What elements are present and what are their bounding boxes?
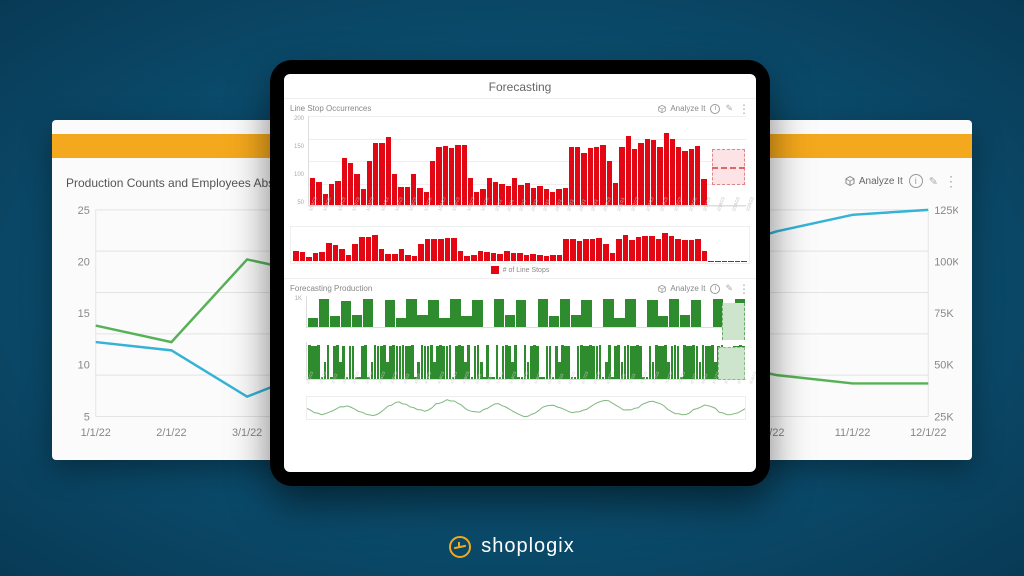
panel2-analyze-label: Analyze It xyxy=(670,284,705,293)
line-stop-overview-chart[interactable] xyxy=(290,226,750,264)
svg-text:5: 5 xyxy=(84,411,90,423)
panel2-analyze-button[interactable]: Analyze It xyxy=(657,284,705,294)
svg-text:25K: 25K xyxy=(934,411,954,423)
panel1-legend: # of Line Stops xyxy=(290,264,750,278)
brand-name: shoplogix xyxy=(481,535,575,558)
panel1-title: Line Stop Occurrences xyxy=(290,104,371,113)
more-icon[interactable]: ⋮ xyxy=(738,105,750,113)
svg-text:25: 25 xyxy=(78,205,90,217)
svg-text:15: 15 xyxy=(78,308,90,320)
pencil-icon[interactable]: ✎ xyxy=(929,175,938,188)
svg-text:50K: 50K xyxy=(934,360,954,372)
cube-icon xyxy=(844,175,856,187)
svg-text:20: 20 xyxy=(78,256,90,268)
production-sparkline[interactable] xyxy=(306,396,746,420)
more-icon[interactable]: ⋮ xyxy=(944,176,958,186)
svg-text:12/1/22: 12/1/22 xyxy=(910,427,946,439)
pencil-icon[interactable]: ✎ xyxy=(725,283,733,294)
svg-text:11/1/22: 11/1/22 xyxy=(835,427,871,439)
tablet-device: Forecasting Line Stop Occurrences Analyz… xyxy=(270,60,770,486)
cube-icon xyxy=(657,104,667,114)
svg-text:125K: 125K xyxy=(934,205,958,217)
cube-icon xyxy=(657,284,667,294)
analyze-it-button[interactable]: Analyze It xyxy=(844,175,903,187)
svg-text:1/1/22: 1/1/22 xyxy=(81,427,111,439)
panel1-analyze-button[interactable]: Analyze It xyxy=(657,104,705,114)
svg-text:2/1/22: 2/1/22 xyxy=(156,427,186,439)
panel-line-stop: Line Stop Occurrences Analyze It i ✎ ⋮ 2… xyxy=(284,98,756,278)
more-icon[interactable]: ⋮ xyxy=(738,285,750,293)
brand-logo-row: shoplogix xyxy=(0,535,1024,558)
line-stop-bar-chart: 20015010050 1/19/231/20/231/21/231/22/23… xyxy=(290,116,750,224)
production-bar-chart: 1K xyxy=(290,296,750,340)
analyze-it-label: Analyze It xyxy=(859,176,903,187)
legend-label: # of Line Stops xyxy=(503,267,550,274)
pencil-icon[interactable]: ✎ xyxy=(725,103,733,114)
shoplogix-logo-icon xyxy=(449,536,471,558)
bg-card-toolbar: Analyze It i ✎ ⋮ xyxy=(844,174,958,188)
panel1-analyze-label: Analyze It xyxy=(670,104,705,113)
tablet-screen: Forecasting Line Stop Occurrences Analyz… xyxy=(284,74,756,472)
svg-text:3/1/22: 3/1/22 xyxy=(232,427,262,439)
svg-text:100K: 100K xyxy=(934,256,958,268)
svg-text:/22: /22 xyxy=(769,427,784,439)
info-icon[interactable]: i xyxy=(710,284,720,294)
legend-swatch-red xyxy=(491,266,499,274)
production-detail-chart: 2/22/232/27/233/4/233/9/233/14/233/19/23… xyxy=(290,342,750,394)
svg-text:10: 10 xyxy=(78,360,90,372)
page-title: Forecasting xyxy=(284,74,756,98)
panel2-title: Forecasting Production xyxy=(290,284,372,293)
info-icon[interactable]: i xyxy=(710,104,720,114)
info-icon[interactable]: i xyxy=(909,174,923,188)
svg-text:75K: 75K xyxy=(934,308,954,320)
panel-forecast-production: Forecasting Production Analyze It i ✎ ⋮ … xyxy=(284,278,756,424)
